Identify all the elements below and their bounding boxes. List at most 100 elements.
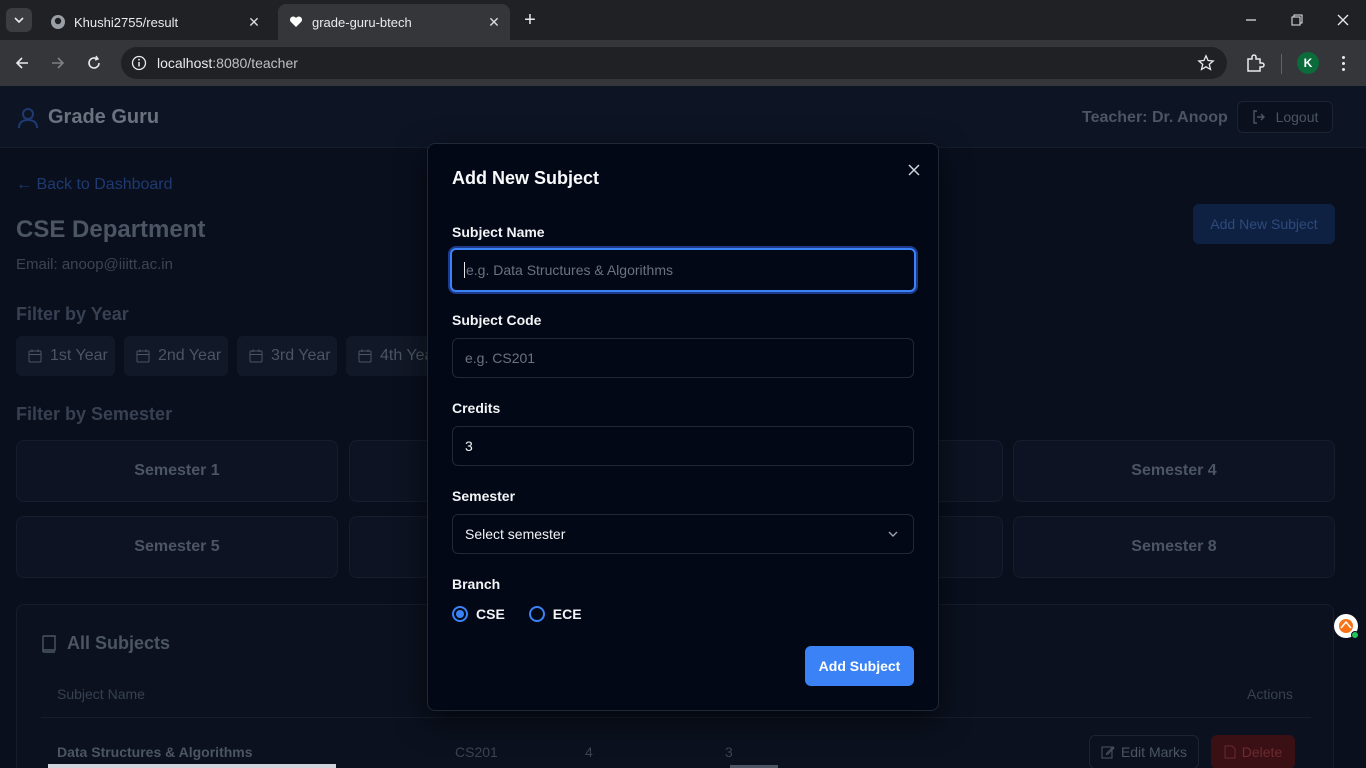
semester-select[interactable]: Select semester (452, 514, 914, 554)
text-caret (464, 262, 465, 278)
semester-label: Semester (452, 488, 516, 504)
delete-button[interactable]: Delete (1211, 735, 1295, 768)
subject-code-cell: CS201 (455, 744, 498, 760)
branch-label: Branch (452, 576, 501, 592)
floating-assistant-icon[interactable] (1334, 614, 1359, 639)
calendar-icon (249, 349, 263, 363)
back-to-dashboard-link[interactable]: ← Back to Dashboard (16, 176, 173, 194)
radio-cse[interactable] (452, 606, 468, 622)
app-header: Grade Guru Teacher: Dr. Anoop Logout (0, 86, 1366, 148)
close-tab-icon[interactable]: ✕ (244, 12, 264, 32)
all-subjects-label: All Subjects (67, 633, 171, 653)
bookmark-star-icon[interactable] (1197, 54, 1215, 77)
subject-code-placeholder: e.g. CS201 (465, 350, 536, 366)
close-window-icon[interactable] (1333, 10, 1353, 30)
file-icon (1224, 745, 1236, 759)
add-subject-button[interactable]: Add Subject (805, 646, 914, 686)
add-new-subject-button[interactable]: Add New Subject (1193, 204, 1335, 244)
minimize-icon[interactable] (1241, 10, 1261, 30)
close-tab-icon[interactable]: ✕ (484, 12, 504, 32)
user-icon (18, 107, 38, 128)
chevron-down-icon (14, 17, 24, 24)
year-filter-3[interactable]: 3rd Year (237, 336, 337, 376)
calendar-icon (136, 349, 150, 363)
branch-radio-group: CSE ECE (452, 606, 582, 622)
teacher-email: Email: anoop@iiitt.ac.in (16, 256, 173, 273)
book-icon (42, 634, 56, 653)
logout-button[interactable]: Logout (1237, 101, 1333, 133)
profile-avatar[interactable]: K (1297, 52, 1319, 74)
restore-icon[interactable] (1287, 10, 1307, 30)
brand: Grade Guru (18, 106, 159, 129)
online-status-dot (1351, 631, 1359, 639)
add-subject-dialog: Add New Subject Subject Name e.g. Data S… (427, 143, 939, 711)
github-icon (50, 14, 66, 30)
toolbar-separator (1281, 54, 1282, 74)
year-filter-1[interactable]: 1st Year (16, 336, 115, 376)
teacher-name: Teacher: Dr. Anoop (1082, 109, 1228, 126)
url-path: :8080/teacher (212, 55, 298, 71)
column-header-subject-name: Subject Name (57, 686, 145, 702)
year-label: 2nd Year (158, 347, 222, 364)
semester-card-4[interactable]: Semester 4 (1013, 440, 1335, 502)
semester-card-5[interactable]: Semester 5 (16, 516, 338, 578)
extensions-puzzle-icon[interactable] (1244, 52, 1266, 79)
header-divider (41, 717, 1311, 718)
url-host: localhost (157, 55, 213, 71)
subject-credits-cell: 4 (585, 744, 593, 760)
radio-selected-dot (456, 610, 464, 618)
filter-year-heading: Filter by Year (16, 304, 129, 324)
subject-name-label: Subject Name (452, 224, 545, 240)
credits-value: 3 (465, 438, 473, 454)
subject-name-input[interactable]: e.g. Data Structures & Algorithms (450, 248, 916, 292)
radio-ece[interactable] (528, 606, 545, 622)
all-subjects-title: All Subjects (41, 633, 170, 654)
edit-marks-button[interactable]: Edit Marks (1089, 735, 1199, 768)
credits-label: Credits (452, 400, 501, 416)
calendar-icon (358, 349, 372, 363)
semester-select-value: Select semester (465, 526, 566, 542)
subject-code-label: Subject Code (452, 312, 542, 328)
subject-name-placeholder: e.g. Data Structures & Algorithms (466, 262, 673, 278)
semester-card-8[interactable]: Semester 8 (1013, 516, 1335, 578)
dialog-title: Add New Subject (452, 168, 600, 188)
forward-arrow-icon[interactable] (46, 51, 70, 75)
new-tab-button[interactable]: + (518, 10, 542, 32)
filter-semester-heading: Filter by Semester (16, 404, 173, 424)
credits-input[interactable]: 3 (452, 426, 914, 466)
back-arrow-icon[interactable] (10, 51, 34, 75)
chevron-down-icon (888, 531, 898, 537)
address-bar[interactable]: localhost:8080/teacher (121, 47, 1227, 79)
tab-title: grade-guru-btech (312, 14, 412, 30)
radio-cse-label[interactable]: CSE (476, 606, 505, 622)
heart-icon (288, 14, 304, 30)
edit-icon (1101, 746, 1115, 759)
year-filter-2[interactable]: 2nd Year (124, 336, 228, 376)
logout-icon (1252, 110, 1265, 124)
tab-search-button[interactable] (6, 8, 32, 32)
subject-semester-cell: 3 (725, 744, 733, 760)
year-label: 3rd Year (271, 347, 331, 364)
browser-tab-result[interactable]: Khushi2755/result ✕ (40, 4, 270, 40)
subject-name-cell: Data Structures & Algorithms (57, 744, 253, 760)
year-label: 1st Year (50, 347, 108, 364)
browser-tab-grade-guru[interactable]: grade-guru-btech ✕ (278, 4, 510, 40)
semester-card-1[interactable]: Semester 1 (16, 440, 338, 502)
tab-title: Khushi2755/result (74, 14, 179, 30)
logout-label: Logout (1275, 109, 1319, 125)
browser-menu-icon[interactable] (1336, 52, 1350, 74)
horizontal-scrollbar-thumb[interactable] (48, 764, 336, 768)
calendar-icon (28, 349, 42, 363)
reload-icon[interactable] (82, 51, 106, 75)
page-title: CSE Department (16, 216, 206, 243)
radio-ece-label[interactable]: ECE (553, 606, 582, 622)
subject-code-input[interactable]: e.g. CS201 (452, 338, 914, 378)
browser-tabstrip: Khushi2755/result ✕ grade-guru-btech ✕ + (0, 0, 1366, 40)
close-icon[interactable] (904, 160, 924, 180)
edit-marks-label: Edit Marks (1120, 744, 1188, 760)
url-text: localhost:8080/teacher (157, 55, 298, 71)
column-header-actions: Actions (1247, 686, 1293, 702)
brand-name: Grade Guru (48, 106, 160, 128)
delete-label: Delete (1241, 744, 1283, 760)
site-info-icon[interactable] (131, 55, 147, 76)
